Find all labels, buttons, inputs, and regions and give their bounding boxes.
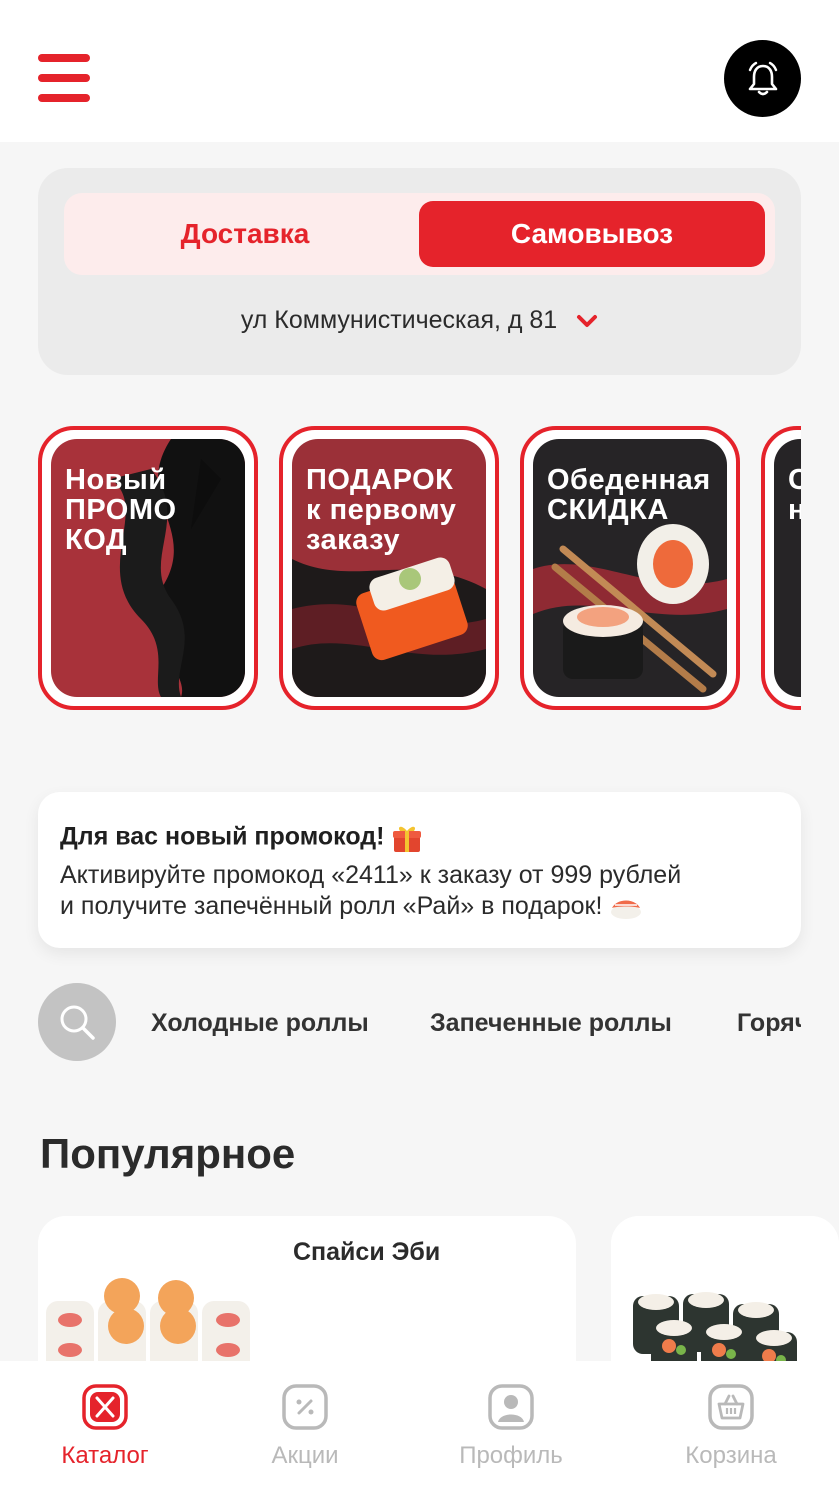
story-image: ПОДАРОК к первому заказу bbox=[292, 439, 486, 697]
category-tabs: Холодные роллы Запеченные роллы Горяч bbox=[38, 983, 801, 1061]
top-bar bbox=[0, 0, 839, 142]
chevron-down-icon bbox=[577, 315, 598, 328]
pickup-option[interactable]: Самовывоз bbox=[419, 201, 765, 267]
story-image: Обеденная СКИДКА bbox=[533, 439, 727, 697]
delivery-mode-card: Доставка Самовывоз ул Коммунистическая, … bbox=[38, 168, 801, 375]
story-title: ПОДАРОК к первому заказу bbox=[306, 464, 457, 556]
product-name: Спайси Эби bbox=[293, 1238, 441, 1266]
hamburger-menu-button[interactable] bbox=[38, 54, 90, 102]
bell-icon bbox=[748, 61, 777, 95]
notifications-button[interactable] bbox=[724, 40, 801, 117]
story-card-promo-code[interactable]: Новый ПРОМО КОД bbox=[38, 426, 258, 710]
story-title: С н bbox=[788, 464, 801, 526]
address-text: ул Коммунистическая, д 81 bbox=[240, 306, 558, 334]
search-icon bbox=[60, 1005, 95, 1040]
story-card-lunch-discount[interactable]: Обеденная СКИДКА bbox=[520, 426, 740, 710]
story-card-partial[interactable]: С н bbox=[761, 426, 801, 710]
profile-icon bbox=[488, 1384, 534, 1430]
promo-text-line-2: и получите запечённый ролл «Рай» в подар… bbox=[60, 892, 603, 920]
search-button[interactable] bbox=[38, 983, 116, 1061]
category-baked-rolls[interactable]: Запеченные роллы bbox=[430, 1009, 672, 1038]
discount-icon bbox=[282, 1384, 328, 1430]
section-title-popular: Популярное bbox=[40, 1130, 296, 1177]
story-title: Обеденная СКИДКА bbox=[547, 464, 711, 526]
story-card-first-order-gift[interactable]: ПОДАРОК к первому заказу bbox=[279, 426, 499, 710]
story-title: Новый ПРОМО КОД bbox=[65, 464, 177, 556]
tab-label: Акции bbox=[271, 1442, 339, 1469]
gift-icon bbox=[393, 826, 422, 852]
category-cold-rolls[interactable]: Холодные роллы bbox=[151, 1009, 369, 1038]
delivery-option[interactable]: Доставка bbox=[72, 201, 418, 267]
address-selector[interactable]: ул Коммунистическая, д 81 bbox=[38, 306, 801, 335]
sushi-icon bbox=[611, 900, 642, 920]
tab-promotions[interactable]: Акции bbox=[225, 1383, 385, 1470]
catalog-icon bbox=[82, 1384, 128, 1430]
promo-text-line-1: Активируйте промокод «2411» к заказу от … bbox=[60, 861, 682, 889]
bottom-tab-bar: Каталог Акции Профиль Корзина bbox=[0, 1361, 839, 1492]
category-hot[interactable]: Горяч bbox=[737, 1009, 801, 1038]
tab-label: Корзина bbox=[685, 1442, 777, 1469]
promo-title: Для вас новый промокод! bbox=[60, 822, 385, 851]
promo-code-banner: Для вас новый промокод! Активируйте пром… bbox=[38, 792, 801, 948]
tab-cart[interactable]: Корзина bbox=[651, 1383, 811, 1470]
tab-profile[interactable]: Профиль bbox=[431, 1383, 591, 1470]
delivery-mode-toggle: Доставка Самовывоз bbox=[64, 193, 775, 275]
tab-catalog[interactable]: Каталог bbox=[25, 1383, 185, 1470]
story-image: Новый ПРОМО КОД bbox=[51, 439, 245, 697]
tab-label: Профиль bbox=[459, 1442, 563, 1469]
basket-icon bbox=[708, 1384, 754, 1430]
stories-carousel: Новый ПРОМО КОД ПОДАРОК к первому заказу bbox=[38, 426, 801, 712]
tab-label: Каталог bbox=[61, 1442, 149, 1469]
story-image: С н bbox=[774, 439, 801, 697]
hamburger-icon bbox=[38, 54, 90, 62]
